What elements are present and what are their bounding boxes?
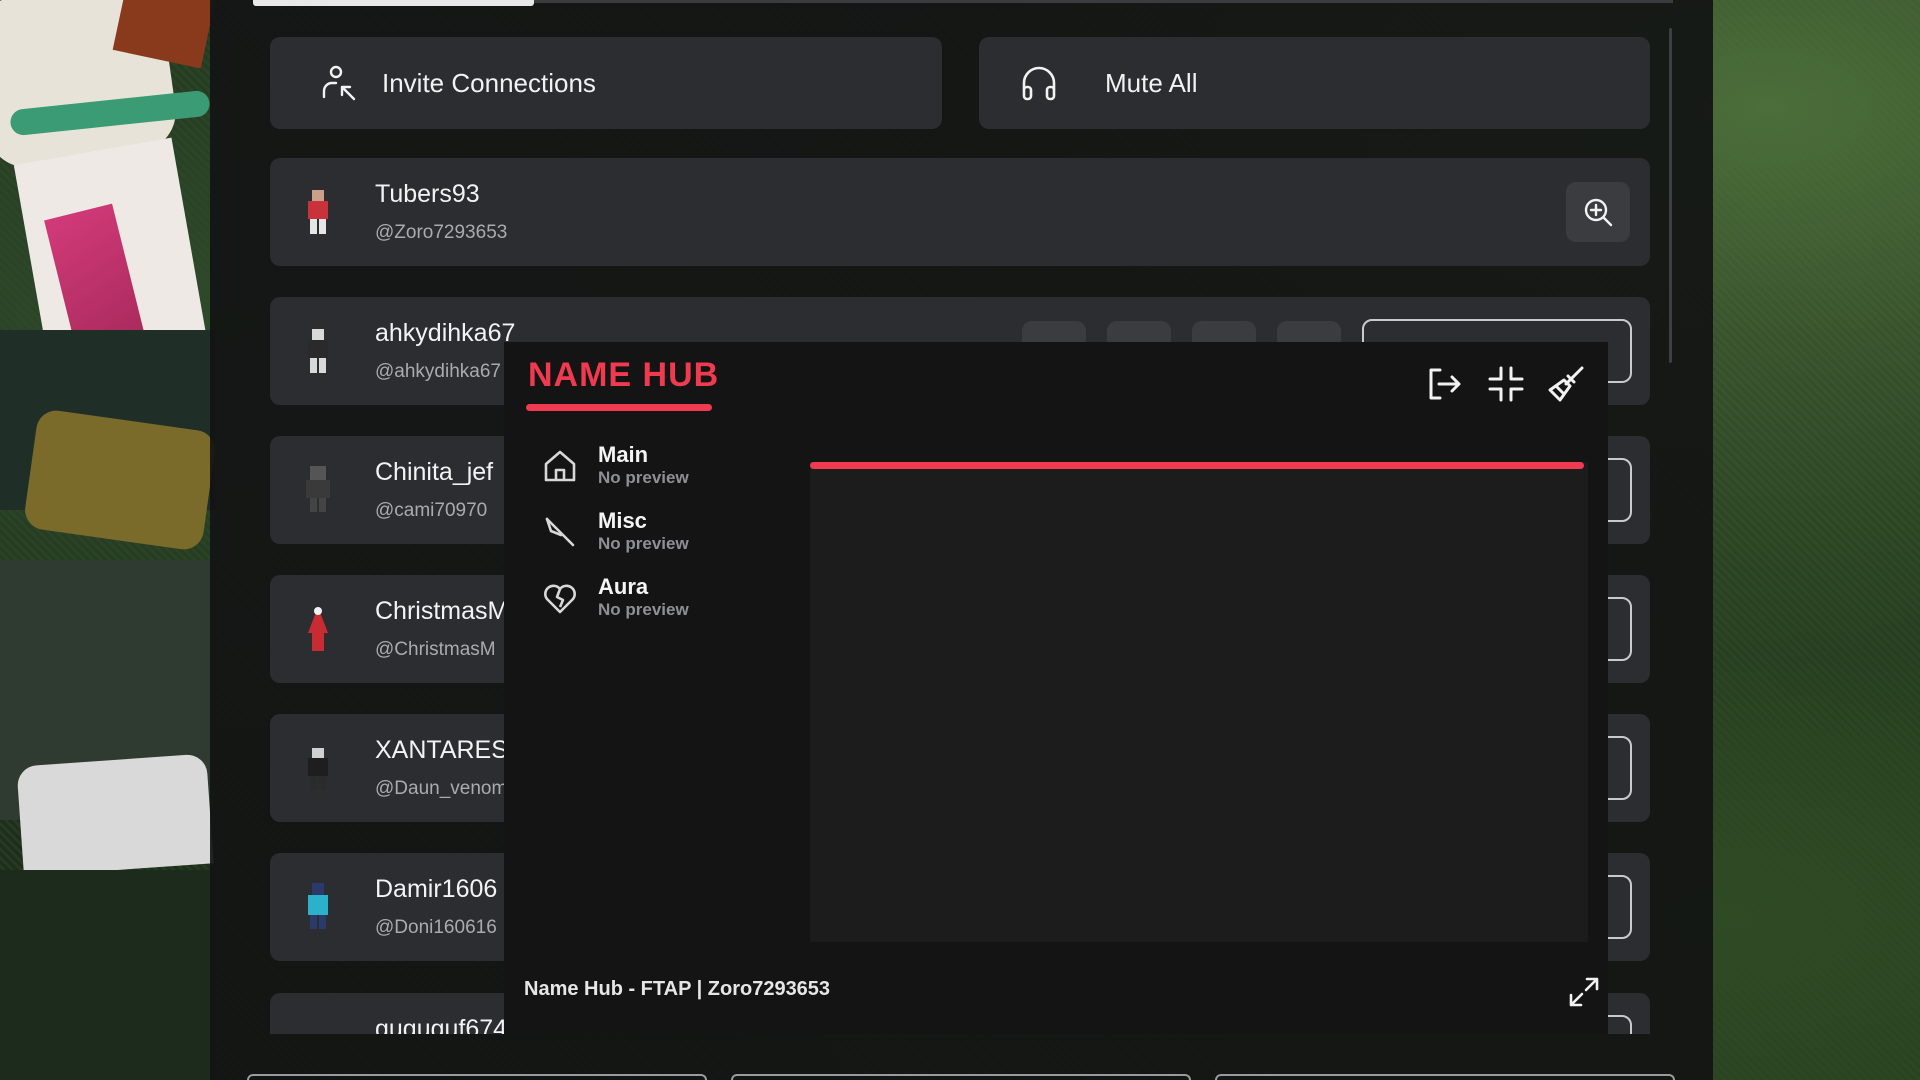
connection-handle: @Daun_venom — [375, 778, 508, 799]
tab-indicator-track — [253, 0, 1673, 6]
name-hub-window: NAME HUB Main No preview Misc No preview — [504, 342, 1608, 1034]
invite-connections-button[interactable]: Invite Connections — [270, 37, 942, 129]
avatar — [308, 883, 328, 929]
connection-row[interactable]: Tubers93 @Zoro7293653 — [270, 158, 1650, 266]
hub-title: NAME HUB — [528, 356, 720, 394]
home-icon — [544, 450, 576, 482]
avatar — [308, 748, 328, 790]
nav-item-main[interactable]: Main No preview — [542, 442, 742, 498]
hub-loading-bar — [810, 462, 1584, 469]
connection-name: Tubers93 — [375, 180, 480, 208]
scene-white-block — [16, 753, 214, 877]
nav-item-label: Main — [598, 442, 649, 467]
invite-user-icon — [318, 63, 358, 103]
connection-name: ahkydihka67 — [375, 319, 516, 347]
connection-name: Chinita_jef — [375, 458, 494, 486]
hub-title-underline — [526, 404, 712, 411]
tab-indicator-active[interactable] — [253, 0, 534, 6]
connection-handle: @Zoro7293653 — [375, 222, 508, 243]
mute-all-label: Mute All — [1105, 67, 1198, 98]
nav-item-label: Misc — [598, 508, 647, 533]
connection-handle: @ahkydihka67 — [375, 361, 501, 382]
scene-armor — [22, 408, 215, 552]
minimize-icon — [1488, 366, 1524, 402]
knife-icon — [545, 517, 575, 547]
connection-name: guguguf674 — [375, 1015, 508, 1034]
connection-name: ChristmasM — [375, 597, 509, 625]
nav-item-subtitle: No preview — [598, 468, 689, 487]
hub-resize-button[interactable] — [1566, 974, 1602, 1010]
game-scene-background — [0, 0, 215, 1080]
avatar — [306, 466, 330, 512]
hub-minimize-button[interactable] — [1484, 362, 1528, 406]
nav-item-subtitle: No preview — [598, 600, 689, 619]
broken-heart-icon — [544, 584, 576, 614]
expand-icon — [1569, 977, 1599, 1007]
nav-item-misc[interactable]: Misc No preview — [542, 508, 742, 564]
invite-connections-label: Invite Connections — [382, 67, 596, 98]
scene-ground — [0, 870, 215, 1080]
avatar — [308, 190, 328, 234]
connection-handle: @cami70970 — [375, 500, 488, 521]
connection-handle: @Doni160616 — [375, 917, 497, 938]
bottom-tab-2[interactable] — [731, 1074, 1191, 1080]
nav-item-label: Aura — [598, 574, 649, 599]
mute-all-button[interactable]: Mute All — [979, 37, 1650, 129]
hub-content-area — [810, 462, 1588, 942]
connection-name: Damir1606 — [375, 875, 498, 903]
avatar — [308, 329, 328, 373]
avatar — [308, 607, 328, 651]
headphones-icon — [1019, 63, 1059, 103]
connection-handle: @ChristmasM — [375, 639, 496, 660]
view-profile-button[interactable] — [1566, 182, 1630, 242]
bottom-tab-3[interactable] — [1215, 1074, 1675, 1080]
hub-footer-text: Name Hub - FTAP | Zoro7293653 — [524, 978, 831, 1000]
hub-exit-button[interactable] — [1422, 362, 1466, 406]
paintbrush-icon — [1548, 366, 1584, 402]
connection-name: XANTARES — [375, 736, 508, 764]
hub-theme-button[interactable] — [1544, 362, 1588, 406]
zoom-in-icon — [1584, 198, 1613, 227]
bottom-tab-1[interactable] — [247, 1074, 707, 1080]
scrollbar[interactable] — [1669, 28, 1672, 363]
exit-icon — [1429, 368, 1461, 400]
nav-item-aura[interactable]: Aura No preview — [542, 574, 742, 630]
nav-item-subtitle: No preview — [598, 534, 689, 553]
